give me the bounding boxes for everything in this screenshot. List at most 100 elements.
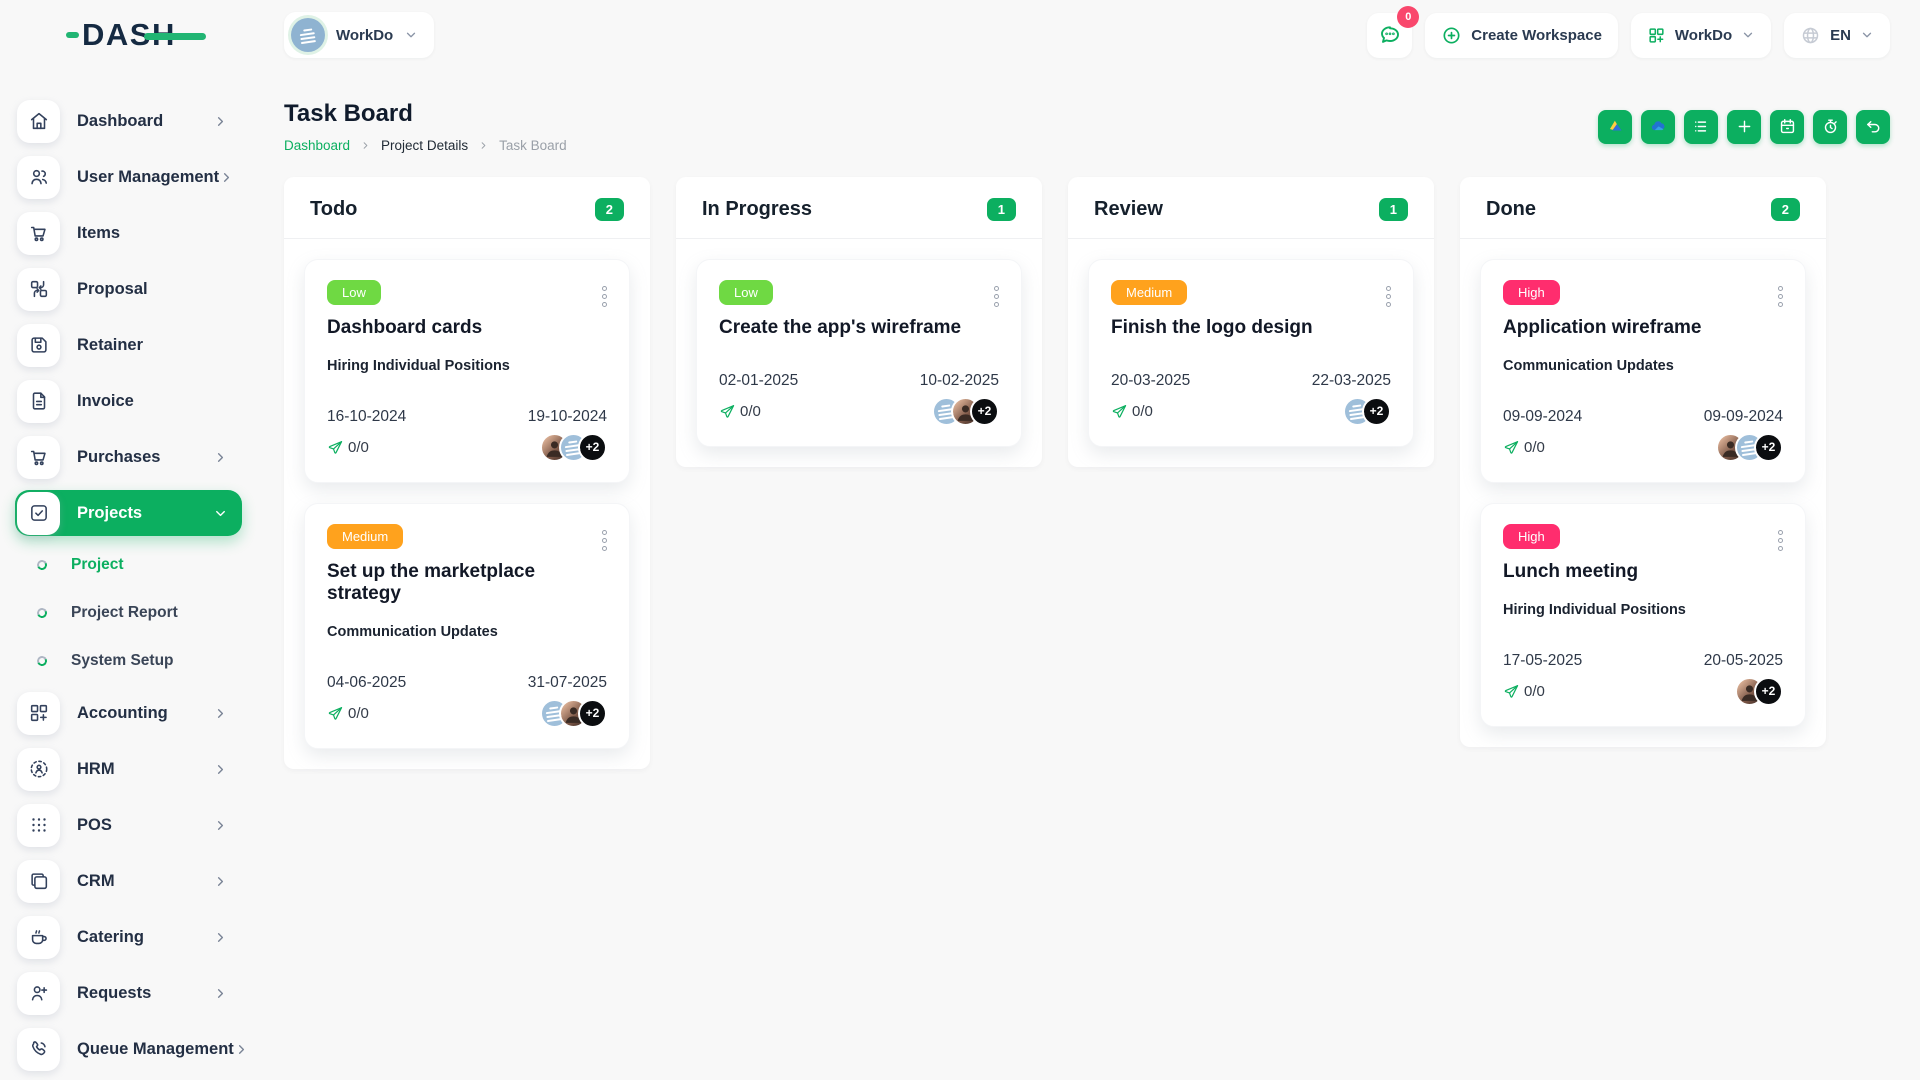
column-count-badge: 2 [594, 198, 624, 221]
sidebar-subitem-system-setup[interactable]: System Setup [15, 642, 242, 680]
workspace-dropdown-label: WorkDo [1674, 26, 1733, 44]
cart-icon [17, 435, 60, 479]
task-card[interactable]: High Application wireframe Communication… [1480, 259, 1806, 483]
language-selector[interactable]: EN [1784, 12, 1890, 58]
brand-logo[interactable]: DASH [66, 17, 206, 53]
task-start-date: 04-06-2025 [327, 674, 407, 691]
chevron-right-icon [217, 932, 224, 942]
task-progress: 0/0 [719, 403, 761, 420]
column-divider [676, 238, 1042, 239]
sidebar-item-catering[interactable]: Catering [15, 914, 242, 960]
sidebar-item-projects[interactable]: Projects [15, 490, 242, 536]
sidebar-item-label: Invoice [77, 391, 134, 410]
priority-badge: High [1503, 524, 1560, 549]
priority-badge: Medium [1111, 280, 1188, 305]
sidebar-item-label: User Management [77, 167, 220, 186]
calendar-icon [1780, 119, 1794, 134]
workspace-dropdown[interactable]: WorkDo [1630, 12, 1772, 58]
column-title: Review [1094, 198, 1163, 220]
breadcrumb-dashboard-link[interactable]: Dashboard [284, 138, 350, 153]
list-view-button[interactable] [1684, 109, 1718, 144]
create-workspace-button[interactable]: Create Workspace [1425, 12, 1618, 58]
column-divider [284, 238, 650, 239]
sidebar-item-proposal[interactable]: Proposal [15, 266, 242, 312]
sidebar-item-purchases[interactable]: Purchases [15, 434, 242, 480]
board-column-in-progress: In Progress 1 Low Create the app's wiref… [676, 177, 1042, 467]
assignee-avatars: +2 [932, 396, 999, 426]
globe-icon [1802, 27, 1819, 43]
card-menu-button[interactable] [600, 528, 609, 553]
sidebar-item-requests[interactable]: Requests [15, 970, 242, 1016]
extra-assignees-badge: +2 [1362, 396, 1391, 426]
card-menu-button[interactable] [992, 284, 1001, 309]
priority-badge: High [1503, 280, 1560, 305]
sidebar-subitem-project[interactable]: Project [15, 546, 242, 584]
hrm-icon [17, 747, 60, 791]
topbar-actions: 0 Create Workspace WorkDo EN [1367, 5, 1920, 58]
assignee-avatars: +2 [540, 698, 607, 728]
sidebar-item-dashboard[interactable]: Dashboard [15, 98, 242, 144]
sidebar-item-hrm[interactable]: HRM [15, 746, 242, 792]
task-card[interactable]: Low Create the app's wireframe 02-01-202… [696, 259, 1022, 447]
sidebar-item-label: CRM [77, 871, 115, 890]
card-menu-button[interactable] [1776, 528, 1785, 553]
sidebar-item-accounting[interactable]: Accounting [15, 690, 242, 736]
assignee-avatars: +2 [1343, 396, 1391, 426]
home-icon [17, 99, 60, 143]
task-progress: 0/0 [1111, 403, 1153, 420]
extra-assignees-badge: +2 [578, 698, 607, 728]
calendar-button[interactable] [1770, 109, 1804, 144]
google-drive-button[interactable] [1598, 109, 1632, 144]
sidebar-item-queue-management[interactable]: Queue Management [15, 1026, 244, 1072]
sidebar-subitem-project-report[interactable]: Project Report [15, 594, 242, 632]
breadcrumb: Dashboard Project Details Task Board [284, 138, 567, 153]
sidebar-subitem-label: System Setup [71, 652, 174, 669]
dots-grid-icon [17, 803, 60, 847]
task-end-date: 20-05-2025 [1703, 652, 1783, 669]
timer-button[interactable] [1813, 109, 1847, 144]
main-content: Task Board Dashboard Project Details Tas… [256, 70, 1920, 1080]
sidebar-item-user-management[interactable]: User Management [15, 154, 242, 200]
send-icon [1504, 440, 1519, 454]
sidebar-item-invoice[interactable]: Invoice [15, 378, 242, 424]
workspace-name: WorkDo [336, 26, 394, 44]
sidebar-item-crm[interactable]: CRM [15, 858, 242, 904]
chevron-right-icon [217, 708, 224, 718]
messages-button[interactable]: 0 [1367, 5, 1420, 58]
logo-dash-accent [66, 32, 79, 38]
sidebar-item-items[interactable]: Items [15, 210, 242, 256]
card-menu-button[interactable] [600, 284, 609, 309]
task-card[interactable]: High Lunch meeting Hiring Individual Pos… [1480, 503, 1806, 727]
sidebar-item-label: Items [77, 223, 121, 242]
breadcrumb-project-details-link[interactable]: Project Details [381, 138, 468, 153]
sidebar-item-label: Accounting [77, 703, 168, 722]
onedrive-button[interactable] [1641, 109, 1675, 144]
card-menu-button[interactable] [1776, 284, 1785, 309]
sidebar-item-pos[interactable]: POS [15, 802, 242, 848]
card-menu-button[interactable] [1384, 284, 1393, 309]
task-end-date: 31-07-2025 [527, 674, 607, 691]
top-bar: DASH WorkDo 0 Create Workspace WorkDo EN [0, 0, 1920, 70]
google-drive-icon [1609, 120, 1621, 131]
column-cards: Medium Finish the logo design 20-03-2025… [1068, 259, 1434, 447]
task-milestone: Hiring Individual Positions [1503, 602, 1686, 618]
task-start-date: 09-09-2024 [1503, 408, 1583, 425]
task-card[interactable]: Low Dashboard cards Hiring Individual Po… [304, 259, 630, 483]
sidebar-item-retainer[interactable]: Retainer [15, 322, 242, 368]
phone-icon [17, 1027, 60, 1071]
board-column-todo: Todo 2 Low Dashboard cards Hiring Indivi… [284, 177, 650, 769]
task-end-date: 09-09-2024 [1703, 408, 1783, 425]
column-title: In Progress [702, 198, 813, 220]
back-button[interactable] [1856, 109, 1890, 144]
workspace-switcher[interactable]: WorkDo [284, 12, 435, 58]
task-progress: 0/0 [1503, 683, 1545, 700]
task-title: Dashboard cards [327, 317, 483, 338]
assignee-avatars: +2 [1735, 676, 1783, 706]
page-header: Task Board Dashboard Project Details Tas… [284, 100, 1890, 153]
add-task-button[interactable] [1727, 109, 1761, 144]
task-card[interactable]: Medium Finish the logo design 20-03-2025… [1088, 259, 1414, 447]
task-card[interactable]: Medium Set up the marketplace strategy C… [304, 503, 630, 749]
column-cards: Low Create the app's wireframe 02-01-202… [676, 259, 1042, 447]
plus-icon [1738, 120, 1750, 133]
chevron-right-icon [217, 116, 224, 126]
